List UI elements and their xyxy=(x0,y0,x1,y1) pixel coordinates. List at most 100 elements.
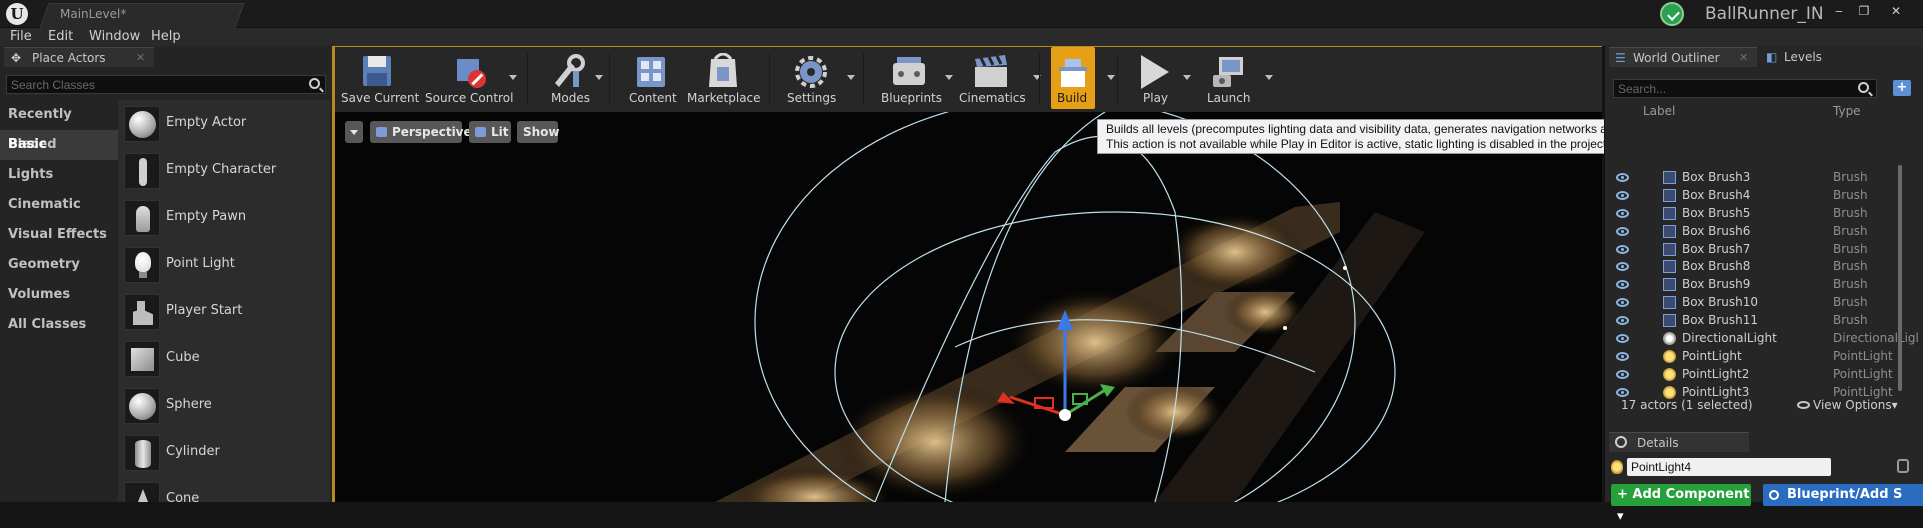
maximize-button[interactable]: ❐ xyxy=(1853,2,1875,20)
cinematics-icon xyxy=(975,55,1007,87)
visibility-eye-icon[interactable] xyxy=(1616,369,1629,379)
outliner-row[interactable]: PointLight PointLight xyxy=(1613,348,1913,366)
category-volumes[interactable]: Volumes xyxy=(0,280,118,310)
build-button[interactable]: Build xyxy=(1051,47,1115,113)
category-basic[interactable]: Basic xyxy=(0,130,118,160)
visibility-eye-icon[interactable] xyxy=(1616,298,1629,308)
outliner-row[interactable]: DirectionalLight DirectionalLigl xyxy=(1613,330,1919,348)
levels-tab[interactable]: ◧ Levels xyxy=(1760,47,1870,67)
outliner-row[interactable]: Box Brush5 Brush xyxy=(1613,205,1913,223)
search-icon[interactable] xyxy=(1858,82,1869,93)
place-actors-icon: ✥ xyxy=(11,51,22,65)
source-control-button[interactable]: Source Control xyxy=(425,47,521,113)
perspective-button[interactable]: Perspective xyxy=(370,121,472,143)
actor-name-field[interactable]: PointLight4 xyxy=(1627,458,1831,476)
settings-button[interactable]: Settings xyxy=(781,47,855,113)
actor-item-cone[interactable]: Cone xyxy=(118,476,330,502)
viewport-options-button[interactable] xyxy=(345,121,363,143)
brush-icon xyxy=(1663,278,1676,292)
actor-item-empty-actor[interactable]: Empty Actor xyxy=(118,100,330,147)
launch-button[interactable]: Launch xyxy=(1199,47,1273,113)
view-options-button[interactable]: View Options▾ xyxy=(1797,398,1898,412)
visibility-eye-icon[interactable] xyxy=(1616,173,1629,182)
menu-file[interactable]: File xyxy=(10,29,32,44)
content-button[interactable]: Content xyxy=(625,47,677,113)
category-all-classes[interactable]: All Classes xyxy=(0,310,118,340)
main-toolbar: Save Current Source Control Modes Conten… xyxy=(332,46,1602,112)
visibility-eye-icon[interactable] xyxy=(1616,244,1629,254)
marketplace-label: Marketplace xyxy=(687,91,761,105)
chevron-down-icon[interactable] xyxy=(1265,75,1273,80)
add-folder-icon[interactable]: + xyxy=(1893,80,1911,96)
chevron-down-icon[interactable] xyxy=(847,75,855,80)
outliner-scrollbar[interactable] xyxy=(1898,165,1902,391)
category-geometry[interactable]: Geometry xyxy=(0,250,118,280)
visibility-eye-icon[interactable] xyxy=(1616,351,1629,361)
outliner-row-label: Box Brush4 xyxy=(1682,187,1751,202)
visibility-eye-icon[interactable] xyxy=(1616,316,1629,326)
chevron-down-icon[interactable] xyxy=(1107,75,1115,80)
actor-item-empty-character[interactable]: Empty Character xyxy=(118,147,330,194)
actor-item-cylinder[interactable]: Cylinder xyxy=(118,429,330,476)
visibility-eye-icon[interactable] xyxy=(1616,208,1629,218)
close-window-button[interactable]: ✕ xyxy=(1878,2,1914,20)
place-actors-tab[interactable]: ✥ Place Actors ✕ xyxy=(4,47,154,67)
outliner-row-label: Box Brush5 xyxy=(1682,205,1751,220)
type-column-header[interactable]: Type xyxy=(1833,104,1861,118)
visibility-eye-icon[interactable] xyxy=(1616,280,1629,290)
actor-item-point-light[interactable]: Point Light xyxy=(118,241,330,288)
cinematics-button[interactable]: Cinematics xyxy=(951,47,1041,113)
outliner-row[interactable]: Box Brush10 Brush xyxy=(1613,294,1913,312)
level-viewport[interactable]: Perspective Lit Show xyxy=(332,112,1602,502)
search-classes-input[interactable] xyxy=(11,77,301,92)
lit-view-mode-button[interactable]: Lit xyxy=(469,121,511,143)
chevron-down-icon[interactable] xyxy=(509,75,517,80)
chevron-down-icon[interactable] xyxy=(595,75,603,80)
add-component-button[interactable]: + Add Component ▾ xyxy=(1611,484,1751,524)
category-visual-effects[interactable]: Visual Effects xyxy=(0,220,118,250)
category-cinematic[interactable]: Cinematic xyxy=(0,190,118,220)
close-tab-icon[interactable]: ✕ xyxy=(1739,51,1748,64)
minimize-button[interactable]: ‒ xyxy=(1828,2,1850,20)
outliner-rows: Box Brush3 Brush Box Brush4 Brush Box Brush5… xyxy=(1613,169,1919,402)
chevron-down-icon[interactable] xyxy=(1183,75,1191,80)
blueprint-icon xyxy=(1769,490,1779,500)
show-flags-button[interactable]: Show xyxy=(517,121,560,143)
visibility-eye-icon[interactable] xyxy=(1616,190,1629,200)
visibility-eye-icon[interactable] xyxy=(1616,334,1629,344)
close-tab-icon[interactable]: ✕ xyxy=(136,51,145,64)
actor-item-cube[interactable]: Cube xyxy=(118,335,330,382)
outliner-search-input[interactable] xyxy=(1618,81,1848,96)
outliner-row[interactable]: Box Brush9 Brush xyxy=(1613,276,1913,294)
menu-help[interactable]: Help xyxy=(151,29,181,44)
details-tab[interactable]: Details xyxy=(1609,432,1749,452)
world-outliner-tab[interactable]: ☰ World Outliner ✕ xyxy=(1609,47,1757,67)
outliner-row[interactable]: PointLight2 PointLight xyxy=(1613,366,1913,384)
visibility-eye-icon[interactable] xyxy=(1616,262,1629,272)
search-icon[interactable] xyxy=(309,78,320,89)
source-control-status-icon[interactable] xyxy=(1660,2,1684,26)
label-column-header[interactable]: Label xyxy=(1643,104,1675,118)
outliner-row[interactable]: Box Brush6 Brush xyxy=(1613,223,1913,241)
play-button[interactable]: Play xyxy=(1131,47,1191,113)
category-recently-placed[interactable]: Recently Placed xyxy=(0,100,118,152)
visibility-eye-icon[interactable] xyxy=(1616,226,1629,236)
outliner-row[interactable]: Box Brush11 Brush xyxy=(1613,312,1913,330)
actor-item-sphere[interactable]: Sphere xyxy=(118,382,330,429)
blueprint-add-script-button[interactable]: Blueprint/Add S xyxy=(1763,484,1923,506)
marketplace-button[interactable]: Marketplace xyxy=(687,47,761,113)
outliner-row[interactable]: Box Brush3 Brush xyxy=(1613,169,1913,187)
modes-button[interactable]: Modes xyxy=(541,47,603,113)
lock-icon[interactable] xyxy=(1897,459,1909,473)
outliner-row[interactable]: Box Brush8 Brush xyxy=(1613,258,1913,276)
blueprints-button[interactable]: Blueprints xyxy=(875,47,953,113)
actor-item-empty-pawn[interactable]: Empty Pawn xyxy=(118,194,330,241)
outliner-row[interactable]: Box Brush4 Brush xyxy=(1613,187,1913,205)
menu-edit[interactable]: Edit xyxy=(48,29,73,44)
menu-window[interactable]: Window xyxy=(89,29,140,44)
actor-item-player-start[interactable]: Player Start xyxy=(118,288,330,335)
player-start-thumbnail xyxy=(124,294,160,330)
outliner-row[interactable]: Box Brush7 Brush xyxy=(1613,241,1913,259)
save-current-button[interactable]: Save Current xyxy=(341,47,419,113)
category-lights[interactable]: Lights xyxy=(0,160,118,190)
